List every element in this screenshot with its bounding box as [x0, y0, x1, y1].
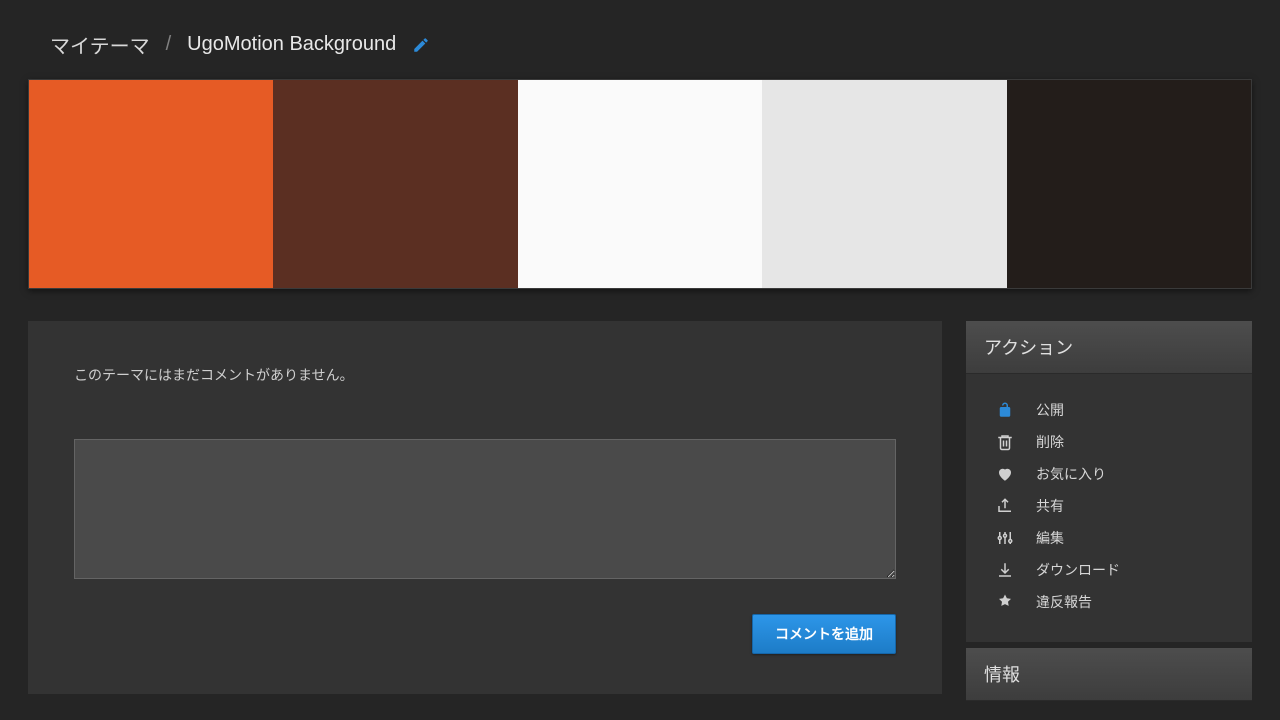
sliders-icon: [996, 529, 1014, 547]
action-share[interactable]: 共有: [996, 490, 1236, 522]
comment-input[interactable]: [74, 439, 896, 579]
action-label: 削除: [1036, 432, 1064, 452]
info-header: 情報: [966, 648, 1252, 701]
unlock-icon: [996, 401, 1014, 419]
action-report[interactable]: 違反報告: [996, 586, 1236, 618]
page-title: UgoMotion Background: [187, 33, 396, 56]
download-icon: [996, 561, 1014, 579]
action-label: 編集: [1036, 528, 1064, 548]
sidebar: アクション 公開 削除: [966, 321, 1252, 707]
heart-icon: [996, 465, 1014, 483]
breadcrumb-separator: /: [166, 33, 172, 56]
swatch-4[interactable]: [762, 80, 1006, 288]
action-label: お気に入り: [1036, 464, 1106, 484]
info-panel: 情報: [966, 648, 1252, 701]
action-delete[interactable]: 削除: [996, 426, 1236, 458]
swatch-2[interactable]: [273, 80, 517, 288]
action-download[interactable]: ダウンロード: [996, 554, 1236, 586]
trash-icon: [996, 433, 1014, 451]
breadcrumb: マイテーマ / UgoMotion Background: [50, 30, 1230, 59]
action-label: ダウンロード: [1036, 560, 1120, 580]
action-label: 公開: [1036, 400, 1064, 420]
comments-empty-message: このテーマにはまだコメントがありません。: [74, 365, 896, 385]
comments-panel: このテーマにはまだコメントがありません。 コメントを追加: [28, 321, 942, 694]
action-label: 共有: [1036, 496, 1064, 516]
report-icon: [996, 593, 1014, 611]
share-icon: [996, 497, 1014, 515]
action-edit[interactable]: 編集: [996, 522, 1236, 554]
swatch-3[interactable]: [518, 80, 762, 288]
color-palette: [28, 79, 1252, 289]
action-favorite[interactable]: お気に入り: [996, 458, 1236, 490]
edit-title-icon[interactable]: [412, 36, 430, 54]
add-comment-button[interactable]: コメントを追加: [752, 614, 896, 654]
swatch-5[interactable]: [1007, 80, 1251, 288]
actions-panel: アクション 公開 削除: [966, 321, 1252, 642]
swatch-1[interactable]: [29, 80, 273, 288]
action-label: 違反報告: [1036, 592, 1092, 612]
breadcrumb-parent[interactable]: マイテーマ: [50, 30, 150, 59]
action-publish[interactable]: 公開: [996, 394, 1236, 426]
actions-header: アクション: [966, 321, 1252, 374]
